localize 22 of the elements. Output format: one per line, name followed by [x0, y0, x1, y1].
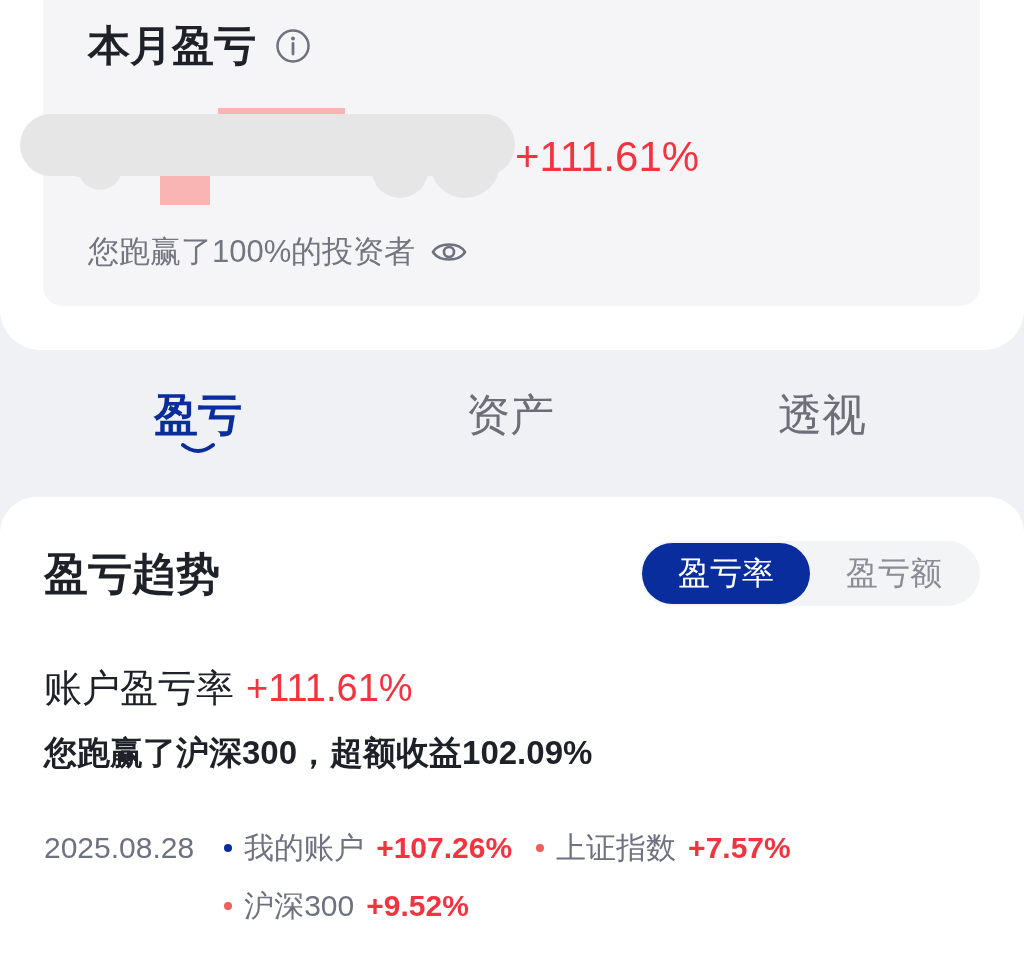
summary-title: 本月盈亏 [88, 22, 256, 70]
tab[interactable]: 资产 [466, 390, 554, 440]
legend-series-value: +107.26% [376, 830, 513, 866]
investor-rank-text: 您跑赢了100%的投资者 [88, 233, 416, 271]
legend-series-value: +9.52% [366, 888, 469, 924]
rate-label: 账户盈亏率 [44, 666, 234, 710]
legend-series-value: +7.57% [688, 830, 791, 866]
toggle-option[interactable]: 盈亏额 [810, 543, 978, 604]
legend-series-name: 沪深300 [244, 888, 355, 924]
legend-series-name: 我的账户 [244, 830, 365, 866]
toggle-option[interactable]: 盈亏率 [642, 543, 810, 604]
info-icon[interactable] [276, 29, 310, 63]
comparison-text: 您跑赢了沪深300，超额收益102.09% [44, 733, 594, 773]
rate-value: +111.61% [246, 666, 413, 710]
curved-underline-icon [180, 442, 216, 454]
legend-date: 2025.08.28 [44, 830, 195, 866]
eye-icon[interactable] [431, 240, 468, 264]
tab[interactable]: 盈亏 [154, 390, 242, 454]
trend-title: 盈亏趋势 [44, 547, 220, 600]
tab[interactable]: 透视 [778, 390, 866, 440]
legend-series-name: 上证指数 [556, 830, 677, 866]
monthly-change-percent: +111.61% [515, 132, 700, 181]
